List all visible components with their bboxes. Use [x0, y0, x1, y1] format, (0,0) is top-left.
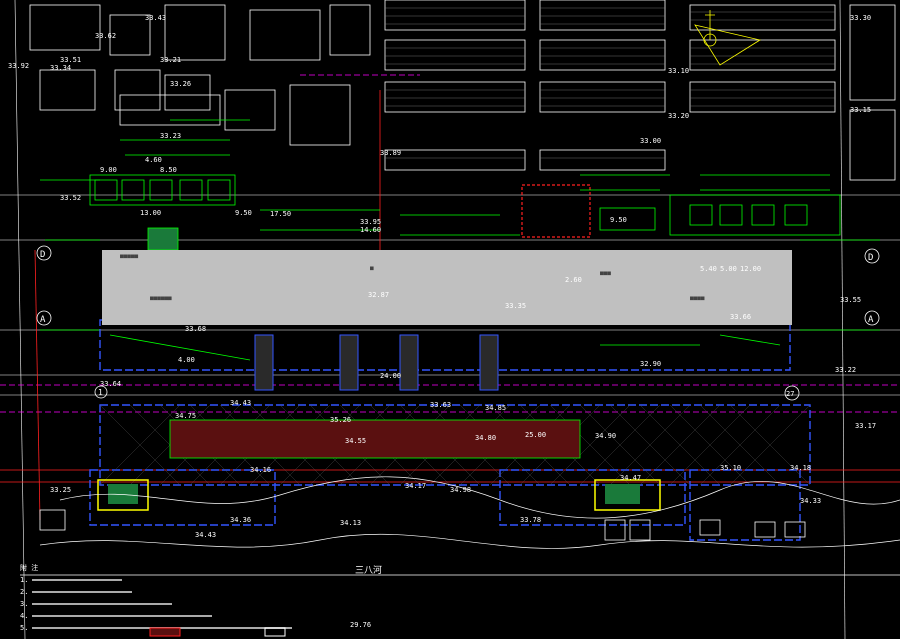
dimension-label: 9.50 — [610, 216, 627, 224]
elevation-label: 33.25 — [50, 486, 71, 494]
elevation-label: 33.62 — [95, 32, 116, 40]
svg-text:■: ■ — [370, 265, 374, 272]
river-label: 三八河 — [355, 564, 382, 576]
dimension-label: 4.60 — [145, 156, 162, 164]
elevation-label: 33.30 — [850, 14, 871, 22]
elevation-label: 33.55 — [840, 296, 861, 304]
green-shaft-left — [147, 227, 179, 251]
elevation-label: 34.80 — [475, 434, 496, 442]
note-line: 2. — [20, 588, 28, 596]
redacted-area — [102, 250, 792, 325]
elevation-label: 33.23 — [160, 132, 181, 140]
dimension-label: 5.40 — [700, 265, 717, 273]
elevation-label: 33.35 — [505, 302, 526, 310]
elevation-label: 34.43 — [195, 531, 216, 539]
dimension-label: 9.00 — [100, 166, 117, 174]
note-line: 1. — [20, 576, 28, 584]
note-line: 4. — [20, 612, 28, 620]
notes-title: 附 注 — [20, 563, 38, 572]
elevation-label: 33.21 — [160, 56, 181, 64]
note-line: 5. — [20, 624, 28, 632]
elevation-label: 33.66 — [730, 313, 751, 321]
elevation-label: 33.34 — [50, 64, 71, 72]
elevation-label: 34.75 — [175, 412, 196, 420]
dimension-label: 8.50 — [160, 166, 177, 174]
dimension-label: 5.00 — [720, 265, 737, 273]
elevation-label: 33.89 — [380, 149, 401, 157]
svg-text:■■■■■■: ■■■■■■ — [150, 295, 172, 302]
axis-label: D — [868, 253, 873, 263]
elevation-label: 33.92 — [8, 62, 29, 70]
elevation-label: 35.10 — [720, 464, 741, 472]
dimension-label: 25.00 — [525, 431, 546, 439]
dimension-label: 12.00 — [740, 265, 761, 273]
elevation-label: 33.22 — [835, 366, 856, 374]
axis-label: A — [40, 315, 46, 325]
elevation-label: 32.90 — [640, 360, 661, 368]
svg-text:■■■■: ■■■■ — [690, 295, 705, 302]
axis-label: A — [868, 315, 874, 325]
elevation-label: 34.13 — [340, 519, 361, 527]
axis-label: 27 — [786, 390, 794, 398]
elevation-label: 29.76 — [350, 621, 371, 629]
elevation-label: 33.43 — [145, 14, 166, 22]
platform-area — [169, 419, 581, 459]
elevation-label: 33.52 — [60, 194, 81, 202]
elevation-label: 34.43 — [230, 399, 251, 407]
dimension-label: 24.00 — [380, 372, 401, 380]
elevation-label: 34.90 — [595, 432, 616, 440]
elevation-label: 34.33 — [800, 497, 821, 505]
elevation-label: 33.95 — [360, 218, 381, 226]
legend-swatch-red — [149, 627, 181, 637]
elevation-label: 34.18 — [790, 464, 811, 472]
axis-label: 1 — [98, 388, 103, 397]
cad-drawing-canvas: ■■■■■■■■■ ■■■■■■ ■■■■ 33.4333.6233.9233.5… — [0, 0, 900, 639]
elevation-label: 33.51 — [60, 56, 81, 64]
dimension-label: 9.50 — [235, 209, 252, 217]
elevation-label: 34.16 — [250, 466, 271, 474]
elevation-label: 33.26 — [170, 80, 191, 88]
dimension-label: 13.00 — [140, 209, 161, 217]
dimension-label: 4.00 — [178, 356, 195, 364]
svg-text:■■■: ■■■ — [600, 270, 611, 277]
elevation-label: 34.17 — [405, 482, 426, 490]
elevation-label: 33.20 — [668, 112, 689, 120]
dimension-label: 2.60 — [565, 276, 582, 284]
elevation-label: 33.68 — [185, 325, 206, 333]
dimension-label: 17.50 — [270, 210, 291, 218]
elevation-label: 34.47 — [620, 474, 641, 482]
elevation-label: 35.26 — [330, 416, 351, 424]
elevation-label: 33.00 — [640, 137, 661, 145]
elevation-label: 34.98 — [450, 486, 471, 494]
elevation-label: 34.85 — [485, 404, 506, 412]
svg-text:■■■■■: ■■■■■ — [120, 253, 138, 260]
elevation-label: 33.15 — [850, 106, 871, 114]
elevation-label: 33.63 — [430, 401, 451, 409]
elevation-label: 33.10 — [668, 67, 689, 75]
elevation-label: 34.36 — [230, 516, 251, 524]
elevation-label: 33.17 — [855, 422, 876, 430]
axis-label: D — [40, 250, 45, 260]
elevation-label: 33.78 — [520, 516, 541, 524]
elevation-label: 34.55 — [345, 437, 366, 445]
dimension-label: 14.60 — [360, 226, 381, 234]
note-line: 3. — [20, 600, 28, 608]
elevation-label: 32.87 — [368, 291, 389, 299]
